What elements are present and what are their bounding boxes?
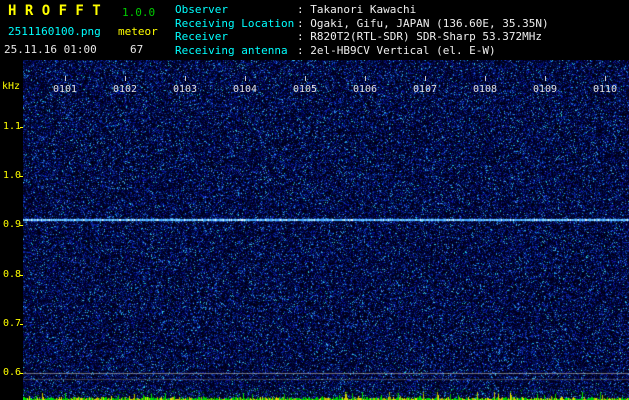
x-tick-label: 0104 (231, 84, 259, 95)
info-row-observer: Observer: Takanori Kawachi (175, 3, 549, 17)
output-filename: 2511160100.png (8, 25, 101, 38)
info-row-location: Receiving Location: Ogaki, Gifu, JAPAN (… (175, 17, 549, 31)
x-tick-label: 0106 (351, 84, 379, 95)
info-row-receiver: Receiver: R820T2(RTL-SDR) SDR-Sharp 53.3… (175, 30, 549, 44)
y-axis-unit-label: kHz (2, 81, 20, 92)
info-label: Observer (175, 3, 297, 17)
x-tick-mark (305, 76, 306, 81)
y-tick-mark (20, 225, 23, 226)
y-tick-mark (20, 275, 23, 276)
info-value: : R820T2(RTL-SDR) SDR-Sharp 53.372MHz (297, 30, 542, 43)
info-row-antenna: Receiving antenna: 2el-HB9CV Vertical (e… (175, 44, 549, 58)
info-value: : Ogaki, Gifu, JAPAN (136.60E, 35.35N) (297, 17, 549, 30)
x-tick-label: 0110 (591, 84, 619, 95)
info-label: Receiving antenna (175, 44, 297, 58)
app-title: H R O F F T (8, 3, 101, 19)
x-tick-mark (545, 76, 546, 81)
x-tick-mark (65, 76, 66, 81)
y-tick-label: 0.6 (2, 367, 21, 378)
y-tick-mark (20, 127, 23, 128)
station-info: Observer: Takanori Kawachi Receiving Loc… (175, 3, 549, 58)
x-tick-mark (425, 76, 426, 81)
x-tick-mark (485, 76, 486, 81)
hrofft-window: H R O F F T 1.0.0 2511160100.png meteor … (0, 0, 629, 400)
x-tick-label: 0101 (51, 84, 79, 95)
info-value: : Takanori Kawachi (297, 3, 416, 16)
count-value: 67 (130, 43, 143, 56)
x-tick-label: 0103 (171, 84, 199, 95)
y-tick-label: 0.7 (2, 318, 21, 329)
spectrogram-canvas (23, 60, 629, 400)
x-tick-mark (185, 76, 186, 81)
info-label: Receiving Location (175, 17, 297, 31)
x-tick-mark (125, 76, 126, 81)
y-tick-label: 0.9 (2, 219, 21, 230)
x-tick-label: 0107 (411, 84, 439, 95)
info-value: : 2el-HB9CV Vertical (el. E-W) (297, 44, 496, 57)
timestamp: 25.11.16 01:00 (4, 43, 97, 56)
x-tick-mark (245, 76, 246, 81)
y-tick-mark (20, 324, 23, 325)
y-tick-mark (20, 176, 23, 177)
y-tick-mark (20, 373, 23, 374)
mode-label: meteor (118, 25, 158, 38)
app-version: 1.0.0 (122, 6, 155, 19)
x-tick-label: 0108 (471, 84, 499, 95)
y-tick-label: 1.1 (2, 121, 21, 132)
info-label: Receiver (175, 30, 297, 44)
x-tick-mark (365, 76, 366, 81)
x-tick-mark (605, 76, 606, 81)
y-tick-label: 1.0 (2, 170, 21, 181)
y-tick-label: 0.8 (2, 269, 21, 280)
x-tick-label: 0109 (531, 84, 559, 95)
x-tick-label: 0102 (111, 84, 139, 95)
x-tick-label: 0105 (291, 84, 319, 95)
